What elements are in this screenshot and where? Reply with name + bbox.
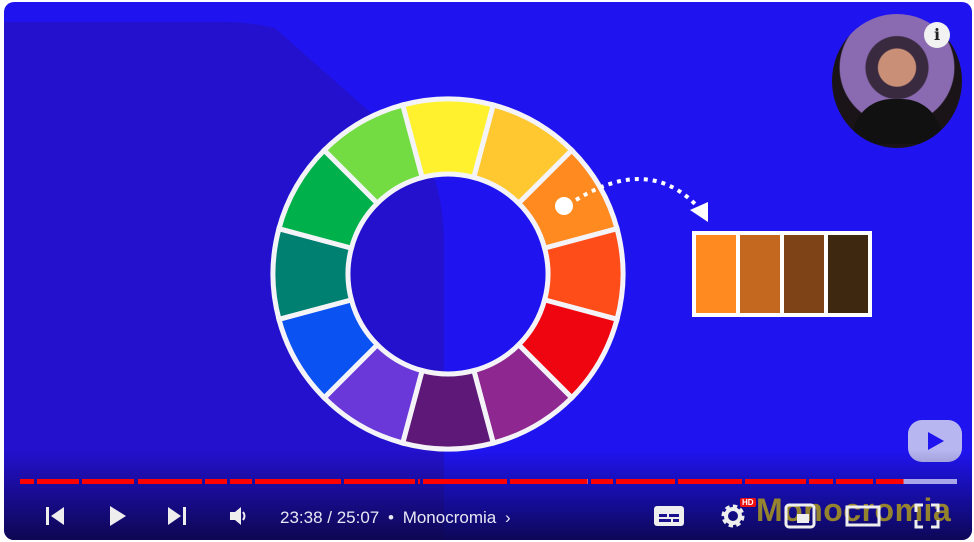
theater-icon[interactable] [844, 502, 882, 530]
video-player[interactable]: i 23:38 / 25:07 • Monocromia › Monocromi… [4, 2, 972, 540]
chapter-segment[interactable] [835, 479, 874, 484]
chapter-segment[interactable] [876, 479, 957, 484]
info-icon[interactable]: i [924, 22, 950, 48]
chapter-segment[interactable] [615, 479, 675, 484]
play-icon[interactable] [104, 502, 130, 530]
chapter-segment[interactable] [745, 479, 806, 484]
previous-icon[interactable] [42, 502, 68, 530]
chapter-segment[interactable] [510, 479, 588, 484]
chapter-segment[interactable] [808, 479, 833, 484]
progress-bar[interactable] [20, 479, 960, 484]
hd-badge: HD [740, 498, 756, 507]
time-display: 23:38 / 25:07 • Monocromia › [280, 508, 511, 527]
duration: 25:07 [336, 508, 380, 527]
chapter-segment[interactable] [678, 479, 743, 484]
palette-swatch [740, 235, 780, 313]
chapter-segment[interactable] [137, 479, 202, 484]
next-icon[interactable] [164, 502, 190, 530]
chapter-segment[interactable] [343, 479, 415, 484]
palette-swatch [696, 235, 736, 313]
palette-swatch [828, 235, 868, 313]
palette-swatch [784, 235, 824, 313]
miniplayer-icon[interactable] [782, 502, 818, 530]
volume-icon[interactable] [226, 502, 252, 530]
separator: • [388, 508, 394, 527]
chapter-segment[interactable] [20, 479, 34, 484]
fullscreen-icon[interactable] [912, 502, 942, 530]
player-controls: 23:38 / 25:07 • Monocromia › Monocromia … [4, 492, 972, 540]
chapter-segment[interactable] [36, 479, 80, 484]
arrow-head [690, 202, 708, 222]
current-time: 23:38 [280, 508, 323, 527]
selected-color-dot [555, 197, 573, 215]
chapter-segment[interactable] [229, 479, 252, 484]
chapter-segment[interactable] [255, 479, 341, 484]
chapter-segment[interactable] [590, 479, 613, 484]
chapter-segment[interactable] [417, 479, 420, 484]
chapter-segment[interactable] [204, 479, 227, 484]
subtitles-icon[interactable] [652, 502, 686, 530]
chapter-title[interactable]: Monocromia [403, 508, 497, 527]
chapter-segment[interactable] [82, 479, 135, 484]
chevron-right-icon[interactable]: › [505, 508, 511, 527]
chapter-segment[interactable] [422, 479, 508, 484]
